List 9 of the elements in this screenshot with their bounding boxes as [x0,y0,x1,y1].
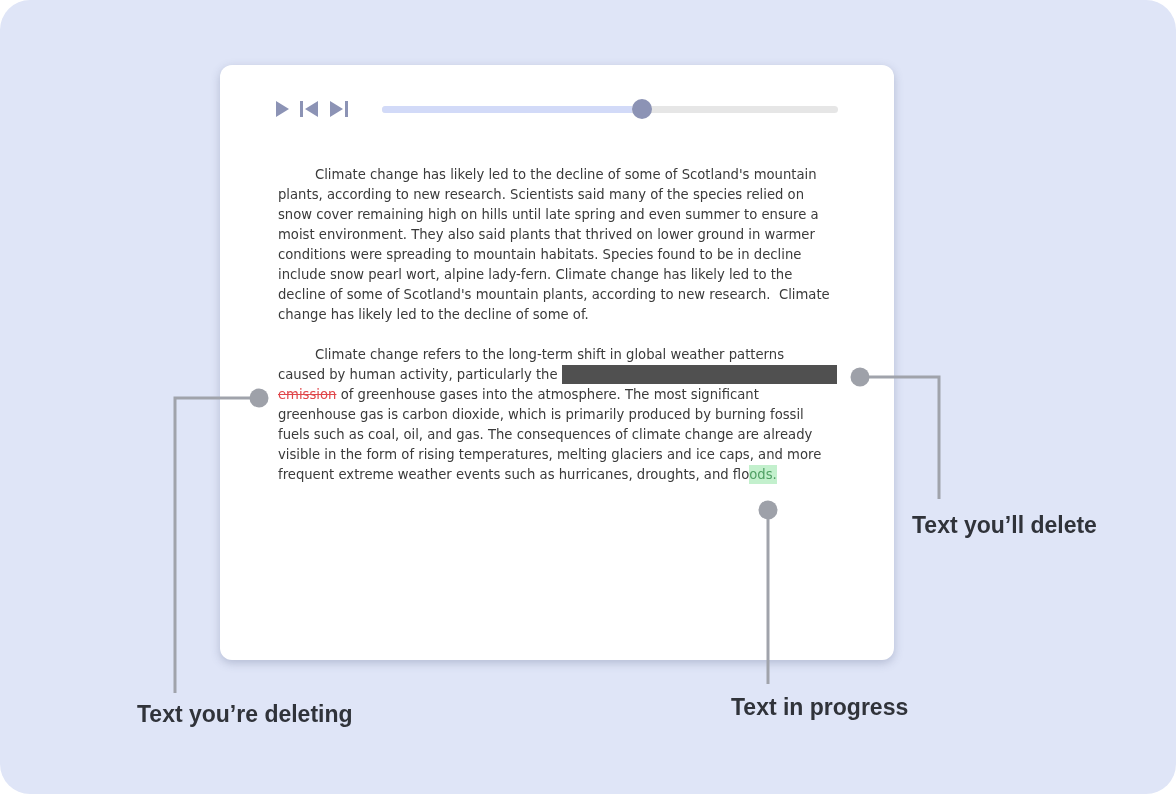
callout-label: Text in progress [731,693,909,721]
play-icon[interactable] [276,101,289,117]
callout-label: Text you’re deleting [137,700,353,728]
skip-back-icon[interactable] [300,101,318,117]
slider-thumb[interactable] [631,99,652,119]
body-paragraph: Climate change refers to the long-term shift in global weather patterns caused by human activity, particularly the emission of greenhouse gases into the atmosphere. The most significant greenhouse gas is carbon dioxide, which is primarily produced by burning fossil fuels such as coal, oil, and gas. The consequences of climate change are already visible in the form of rising temperatures, melting glaciers and ice caps, and more frequent extreme weather events such as hurricanes, droughts, and floods. [278,345,838,485]
skip-forward-icon[interactable] [330,101,348,117]
callout-label: Text you’ll delete [912,511,1097,539]
body-paragraph: Climate change has likely led to the decline of some of Scotland's mountain plants, according to new research. Scientists said many of the species relied on snow cover remaining high on hills until late spring and even summer to ensure a moist environment. They also said plants that thrived on lower ground in warmer conditions were spreading to mountain habitats. Species found to be in decline include snow pearl wort, alpine lady-fern. Climate change has likely led to the decline of some of Scotland's mountain plants, according to new research. Climate change has likely led to the decline of some of. [278,166,831,324]
